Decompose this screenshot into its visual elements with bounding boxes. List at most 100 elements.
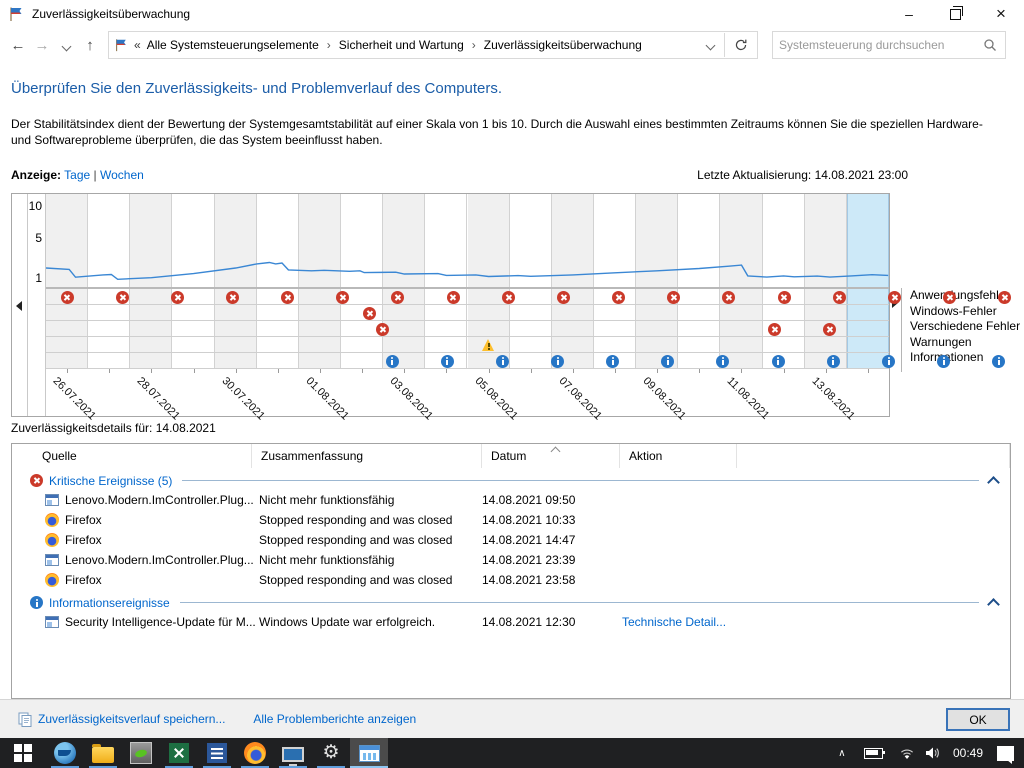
critical-event-icon[interactable] xyxy=(281,291,294,304)
collapse-chevron-icon[interactable] xyxy=(987,598,1000,611)
thunderbird-icon xyxy=(54,742,76,764)
critical-event-icon[interactable] xyxy=(612,291,625,304)
critical-event-icon[interactable] xyxy=(116,291,129,304)
event-row[interactable]: FirefoxStopped responding and was closed… xyxy=(12,510,1010,530)
taskbar-explorer[interactable] xyxy=(84,738,122,768)
close-button[interactable]: × xyxy=(978,0,1024,28)
critical-event-icon[interactable] xyxy=(943,291,956,304)
information-event-icon[interactable] xyxy=(386,355,399,368)
information-event-icon[interactable] xyxy=(551,355,564,368)
crumb-separator-icon[interactable]: › xyxy=(472,38,476,52)
event-row[interactable]: Lenovo.Modern.ImController.Plug...Nicht … xyxy=(12,490,1010,510)
address-dropdown-button[interactable] xyxy=(707,38,714,52)
critical-event-icon[interactable] xyxy=(888,291,901,304)
wifi-icon[interactable] xyxy=(899,747,915,760)
event-group-row[interactable]: Kritische Ereignisse (5) xyxy=(12,471,1010,490)
taskbar-thunderbird[interactable] xyxy=(46,738,84,768)
date-tick xyxy=(236,369,237,373)
taskbar-excel[interactable] xyxy=(160,738,198,768)
column-header-aktion[interactable]: Aktion xyxy=(620,444,737,468)
date-tick xyxy=(109,369,110,373)
critical-event-icon[interactable] xyxy=(226,291,239,304)
critical-event-icon[interactable] xyxy=(768,323,781,336)
critical-event-icon[interactable] xyxy=(391,291,404,304)
information-event-icon[interactable] xyxy=(716,355,729,368)
critical-event-icon[interactable] xyxy=(61,291,74,304)
taskbar-settings[interactable]: ⚙ xyxy=(312,738,350,768)
reliability-flag-icon xyxy=(8,6,24,22)
technical-details-link[interactable]: Technische Detail... xyxy=(622,615,726,629)
event-row[interactable]: Lenovo.Modern.ImController.Plug...Nicht … xyxy=(12,550,1010,570)
column-header-zusammenfassung[interactable]: Zusammenfassung xyxy=(252,444,482,468)
refresh-button[interactable] xyxy=(725,32,757,58)
view-all-reports-link[interactable]: Alle Problemberichte anzeigen xyxy=(253,712,416,726)
tray-expand-icon[interactable]: ∧ xyxy=(831,748,853,759)
forward-button[interactable]: → xyxy=(30,37,54,54)
critical-event-icon[interactable] xyxy=(722,291,735,304)
details-table: Quelle Zusammenfassung Datum Aktion Krit… xyxy=(11,443,1011,699)
scroll-left-icon[interactable] xyxy=(16,301,22,311)
column-header-datum[interactable]: Datum xyxy=(482,444,620,468)
appwin-icon xyxy=(45,554,59,566)
column-header-quelle[interactable]: Quelle xyxy=(30,444,252,468)
search-input[interactable] xyxy=(773,38,983,52)
information-event-icon[interactable] xyxy=(882,355,895,368)
information-event-icon[interactable] xyxy=(661,355,674,368)
collapse-chevron-icon[interactable] xyxy=(987,476,1000,489)
event-grid-row xyxy=(46,337,889,353)
ok-button[interactable]: OK xyxy=(946,708,1010,731)
information-event-icon[interactable] xyxy=(772,355,785,368)
critical-event-icon[interactable] xyxy=(336,291,349,304)
battery-icon[interactable] xyxy=(858,748,889,759)
event-row[interactable]: FirefoxStopped responding and was closed… xyxy=(12,530,1010,550)
information-event-icon[interactable] xyxy=(606,355,619,368)
warning-event-icon[interactable] xyxy=(482,339,495,351)
information-event-icon[interactable] xyxy=(992,355,1005,368)
information-event-icon[interactable] xyxy=(441,355,454,368)
critical-event-icon[interactable] xyxy=(998,291,1011,304)
critical-event-icon[interactable] xyxy=(171,291,184,304)
firefox-icon xyxy=(45,573,59,587)
breadcrumb-overflow-icon[interactable]: « xyxy=(134,38,141,52)
crumb-separator-icon[interactable]: › xyxy=(327,38,331,52)
taskbar-clock[interactable]: 00:49 xyxy=(953,746,983,760)
recent-pages-button[interactable] xyxy=(54,37,78,54)
back-button[interactable]: ← xyxy=(6,37,30,54)
view-weeks-link[interactable]: Wochen xyxy=(100,168,144,182)
taskbar-computer[interactable] xyxy=(274,738,312,768)
breadcrumb-item[interactable]: Alle Systemsteuerungselemente xyxy=(147,38,319,52)
event-row[interactable]: FirefoxStopped responding and was closed… xyxy=(12,570,1010,590)
taskbar-firefox[interactable] xyxy=(236,738,274,768)
up-button[interactable]: ↑ xyxy=(78,37,102,54)
critical-event-icon[interactable] xyxy=(376,323,389,336)
minimize-button[interactable]: – xyxy=(886,0,932,28)
information-event-icon[interactable] xyxy=(937,355,950,368)
address-bar[interactable]: « Alle Systemsteuerungselemente › Sicherhe… xyxy=(108,31,758,59)
taskbar-word[interactable] xyxy=(198,738,236,768)
critical-event-icon[interactable] xyxy=(502,291,515,304)
save-history-link[interactable]: Zuverlässigkeitsverlauf speichern... xyxy=(38,712,225,726)
critical-event-icon[interactable] xyxy=(557,291,570,304)
volume-icon[interactable] xyxy=(925,746,940,760)
breadcrumb-item[interactable]: Zuverlässigkeitsüberwachung xyxy=(484,38,642,52)
critical-event-icon[interactable] xyxy=(823,323,836,336)
legend-label: Windows-Fehler xyxy=(910,304,1020,320)
critical-event-icon[interactable] xyxy=(447,291,460,304)
taskbar-irfanview[interactable] xyxy=(122,738,160,768)
search-box[interactable] xyxy=(772,31,1006,59)
critical-event-icon[interactable] xyxy=(833,291,846,304)
titlebar: Zuverlässigkeitsüberwachung – × xyxy=(0,0,1024,28)
taskbar-start[interactable] xyxy=(0,738,46,768)
restore-button[interactable] xyxy=(932,0,978,28)
critical-event-icon[interactable] xyxy=(363,307,376,320)
information-event-icon[interactable] xyxy=(827,355,840,368)
breadcrumb-item[interactable]: Sicherheit und Wartung xyxy=(339,38,464,52)
action-center-icon[interactable] xyxy=(997,746,1014,761)
event-row[interactable]: Security Intelligence-Update für M...Win… xyxy=(12,612,1010,632)
event-group-row[interactable]: Informationsereignisse xyxy=(12,593,1010,612)
taskbar-reliability-monitor[interactable] xyxy=(350,738,388,768)
critical-event-icon[interactable] xyxy=(667,291,680,304)
information-event-icon[interactable] xyxy=(496,355,509,368)
view-days-link[interactable]: Tage xyxy=(64,168,90,182)
critical-event-icon[interactable] xyxy=(778,291,791,304)
